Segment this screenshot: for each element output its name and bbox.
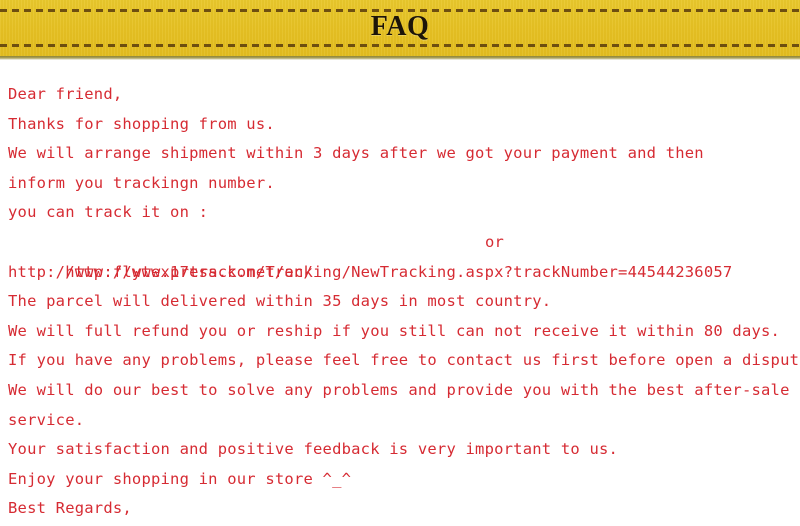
faq-line-shipment-time: We will arrange shipment within 3 days a… xyxy=(8,144,704,163)
faq-page: FAQ Dear friend, Thanks for shopping fro… xyxy=(0,0,800,526)
faq-line-enjoy: Enjoy your shopping in our store ^_^ xyxy=(8,469,352,488)
faq-line-refund-policy: We will full refund you or reship if you… xyxy=(8,321,781,340)
banner-shadow xyxy=(0,56,800,60)
page-title: FAQ xyxy=(370,11,430,42)
faq-line-feedback: Your satisfaction and positive feedback … xyxy=(8,440,619,459)
tracking-url-17track[interactable]: http://www.17track.net/en/ xyxy=(65,263,313,281)
faq-banner: FAQ xyxy=(0,0,800,56)
faq-line-thanks: Thanks for shopping from us. xyxy=(8,114,275,133)
faq-line-signoff: Best Regards, xyxy=(8,499,132,518)
faq-line-aftersale-2: service. xyxy=(8,410,85,429)
faq-line-track-intro: you can track it on : xyxy=(8,203,209,222)
faq-line-delivery-window: The parcel will delivered within 35 days… xyxy=(8,292,552,311)
faq-line-inform-tracking: inform you trackingn number. xyxy=(8,173,275,192)
faq-line-aftersale-1: We will do our best to solve any problem… xyxy=(8,380,790,399)
faq-line-tracking-url-primary: http://www.17track.net/en/or xyxy=(8,228,798,281)
faq-line-dispute-notice: If you have any problems, please feel fr… xyxy=(8,351,800,370)
faq-line-greeting: Dear friend, xyxy=(8,85,123,103)
or-label: or xyxy=(485,232,505,251)
banner-dashed-line-bottom xyxy=(0,44,800,47)
faq-body: Dear friend, Thanks for shopping from us… xyxy=(8,80,800,524)
